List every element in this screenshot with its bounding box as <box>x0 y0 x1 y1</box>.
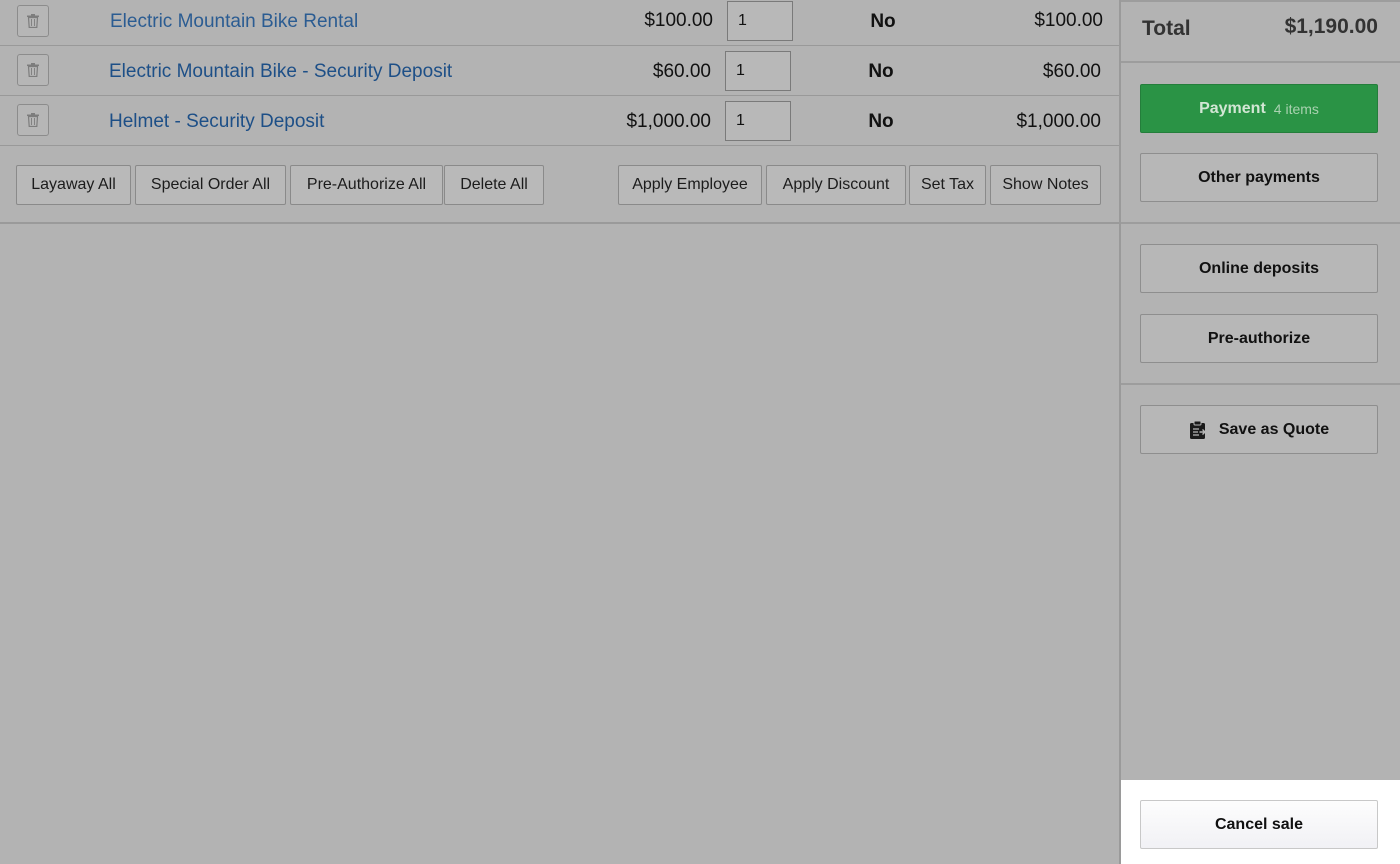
trash-icon <box>27 113 39 127</box>
save-as-quote-label: Save as Quote <box>1218 420 1330 438</box>
line-item-row: Electric Mountain Bike Rental $100.00 No… <box>0 0 1119 46</box>
payment-button[interactable]: Payment 4 items <box>1140 84 1378 133</box>
delete-line-button[interactable] <box>17 5 49 37</box>
line-item-tax-status: No <box>870 11 896 32</box>
sidebar-divider <box>1121 383 1400 385</box>
payment-button-label: Payment <box>1199 99 1266 117</box>
pre-authorize-button[interactable]: Pre-authorize <box>1140 314 1378 363</box>
sidebar-divider <box>1121 222 1400 224</box>
online-deposits-button[interactable]: Online deposits <box>1140 244 1378 293</box>
line-item-name-link[interactable]: Electric Mountain Bike Rental <box>110 11 358 33</box>
cancel-sale-panel: Cancel sale <box>1121 780 1400 864</box>
line-item-quantity-input[interactable] <box>725 51 791 91</box>
line-item-tax-status: No <box>868 111 894 132</box>
payment-item-count: 4 items <box>1273 100 1319 117</box>
trash-icon <box>27 14 39 28</box>
delete-all-button[interactable]: Delete All <box>444 165 544 205</box>
apply-discount-button[interactable]: Apply Discount <box>766 165 906 205</box>
sidebar-divider <box>1121 0 1400 2</box>
set-tax-button[interactable]: Set Tax <box>909 165 986 205</box>
payment-sidebar: Total $1,190.00 Payment 4 items Other pa… <box>1121 0 1400 864</box>
total-label: Total <box>1142 17 1191 40</box>
special-order-all-button[interactable]: Special Order All <box>135 165 286 205</box>
line-item-name-link[interactable]: Helmet - Security Deposit <box>109 111 324 133</box>
show-notes-button[interactable]: Show Notes <box>990 165 1101 205</box>
line-item-total: $60.00 <box>1042 61 1101 82</box>
trash-icon <box>27 63 39 77</box>
total-amount: $1,190.00 <box>1284 15 1378 38</box>
line-item-tax-status: No <box>868 61 894 82</box>
apply-employee-button[interactable]: Apply Employee <box>618 165 762 205</box>
line-item-total: $100.00 <box>1034 10 1103 31</box>
sidebar-divider <box>1121 61 1400 63</box>
line-item-name-link[interactable]: Electric Mountain Bike - Security Deposi… <box>109 61 452 83</box>
pre-authorize-all-button[interactable]: Pre-Authorize All <box>290 165 443 205</box>
delete-line-button[interactable] <box>17 104 49 136</box>
line-item-price: $100.00 <box>644 10 713 31</box>
line-item-price: $1,000.00 <box>626 111 711 132</box>
save-as-quote-button[interactable]: Save as Quote <box>1140 405 1378 454</box>
section-divider <box>0 222 1119 224</box>
delete-line-button[interactable] <box>17 54 49 86</box>
sale-line-items-panel: Electric Mountain Bike Rental $100.00 No… <box>0 0 1119 864</box>
line-item-total: $1,000.00 <box>1016 111 1101 132</box>
line-item-quantity-input[interactable] <box>727 1 793 41</box>
cancel-sale-button[interactable]: Cancel sale <box>1140 800 1378 849</box>
layaway-all-button[interactable]: Layaway All <box>16 165 131 205</box>
other-payments-button[interactable]: Other payments <box>1140 153 1378 202</box>
line-item-row: Electric Mountain Bike - Security Deposi… <box>0 46 1119 96</box>
line-item-quantity-input[interactable] <box>725 101 791 141</box>
clipboard-arrow-icon <box>1189 420 1206 439</box>
line-item-price: $60.00 <box>652 61 711 82</box>
line-item-row: Helmet - Security Deposit $1,000.00 No $… <box>0 96 1119 146</box>
